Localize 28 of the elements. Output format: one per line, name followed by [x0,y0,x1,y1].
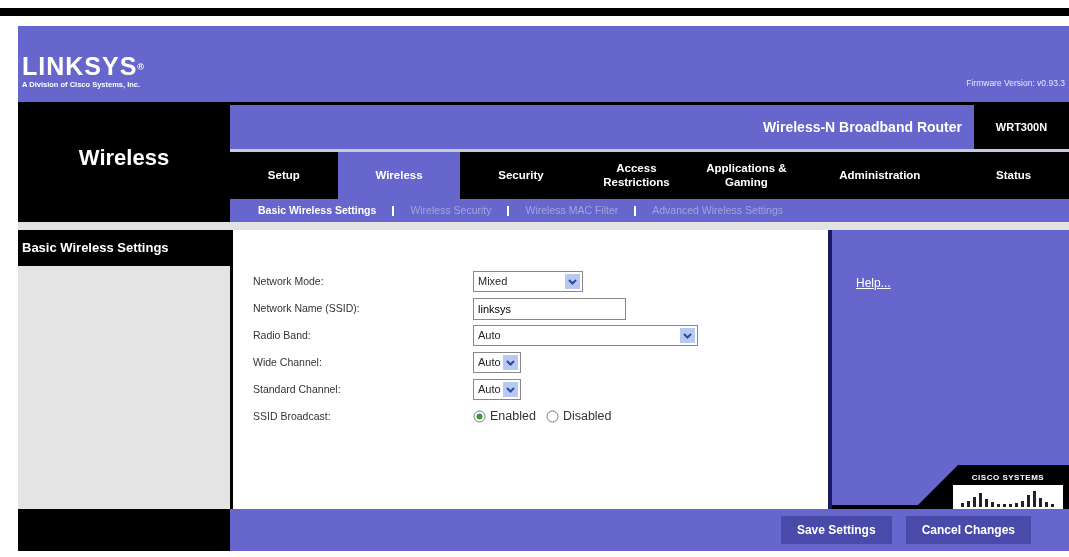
field-label: SSID Broadcast: [253,408,332,424]
help-link[interactable]: Help... [856,276,891,290]
action-button[interactable]: Cancel Changes [905,516,1031,544]
dropdown[interactable]: Mixed [473,271,583,292]
logo: LINKSYS$^{®}$ [22,53,145,79]
product-name: Wireless-N Broadband Router [763,117,963,137]
nav-tab[interactable]: Wireless [337,152,461,199]
cisco-bridge-icon [953,485,1063,509]
radio-option[interactable]: Enabled [473,407,536,426]
dropdown[interactable]: Auto [473,379,521,400]
sub-tab[interactable]: Basic Wireless Settings [242,202,393,219]
field-label: Network Name (SSID): [253,300,361,316]
radio-option[interactable]: Disabled [545,407,612,426]
text-field[interactable]: linksys [473,297,626,320]
radio-button[interactable] [545,410,559,423]
radio-button[interactable] [473,410,486,423]
model-name: WRT300N [974,105,1069,149]
field-label: Standard Channel: [253,381,342,397]
firmware-version: Firmware Version: v0.93.3 [966,77,1065,90]
action-button[interactable]: Save Settings [780,516,892,544]
field-label: Radio Band: [253,327,312,343]
page-title: Basic Wireless Settings [18,230,230,266]
dropdown[interactable]: Auto [473,325,698,346]
dropdown[interactable]: Auto [473,352,521,373]
section-title: Wireless [18,105,230,222]
cisco-logo-text: CISCO SYSTEMS [970,472,1046,485]
field-label: Wide Channel: [253,354,323,370]
field-label: Network Mode: [253,273,325,289]
